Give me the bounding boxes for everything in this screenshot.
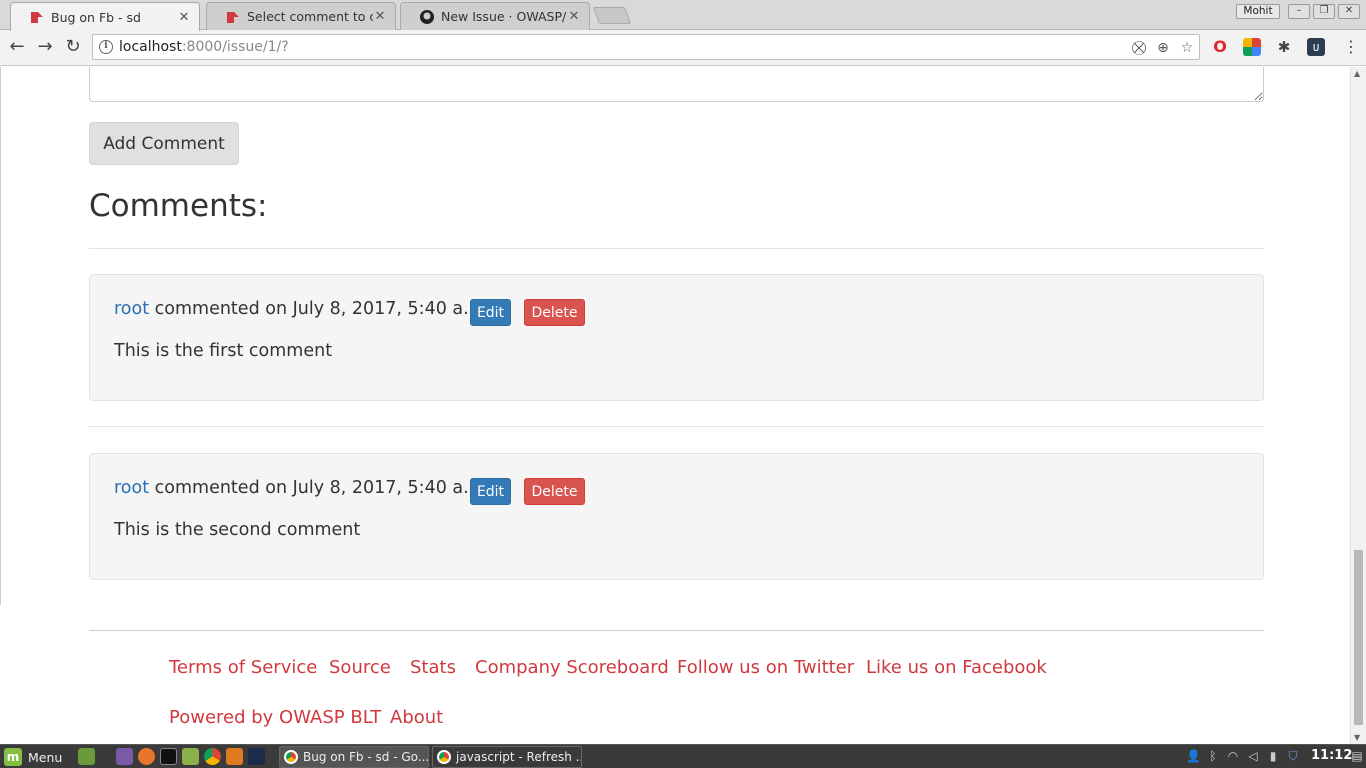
add-comment-button[interactable]: Add Comment bbox=[89, 122, 239, 165]
delete-comment-button[interactable]: Delete bbox=[524, 478, 585, 505]
tab-title: Bug on Fb - sd bbox=[51, 9, 141, 25]
tab-new-issue[interactable]: New Issue · OWASP/BLT ✕ bbox=[400, 2, 590, 30]
github-icon bbox=[420, 9, 434, 24]
app-launcher-icon[interactable] bbox=[116, 748, 133, 765]
divider bbox=[0, 67, 1, 605]
opera-icon[interactable]: O bbox=[1211, 38, 1229, 56]
page-scrollbar[interactable]: ▲ ▼ bbox=[1350, 67, 1366, 744]
comment-body: This is the second comment bbox=[114, 520, 361, 540]
tab-title: New Issue · OWASP/BLT bbox=[441, 9, 567, 24]
comment-textarea[interactable] bbox=[89, 67, 1264, 102]
bookmark-star-icon[interactable]: ☆ bbox=[1179, 40, 1195, 56]
info-icon[interactable]: i bbox=[99, 40, 113, 54]
address-bar[interactable]: i localhost:8000/issue/1/? ⛒ ⊕ ☆ bbox=[92, 34, 1200, 60]
scroll-up-icon[interactable]: ▲ bbox=[1354, 69, 1360, 78]
footer-link-twitter[interactable]: Follow us on Twitter bbox=[677, 657, 854, 678]
ide-icon[interactable] bbox=[248, 748, 265, 765]
footer-link-terms[interactable]: Terms of Service bbox=[169, 657, 317, 678]
taskbar-window-title: Bug on Fb - sd - Go... bbox=[303, 750, 429, 764]
comment-date: commented on July 8, 2017, 5:40 a.m. bbox=[149, 299, 492, 319]
notification-icon[interactable]: ▤ bbox=[1350, 749, 1364, 763]
edit-comment-button[interactable]: Edit bbox=[470, 478, 511, 505]
extension-color-icon[interactable] bbox=[1243, 38, 1261, 56]
terminal-icon[interactable] bbox=[160, 748, 177, 765]
mint-logo-icon: m bbox=[4, 748, 22, 766]
scroll-down-icon[interactable]: ▼ bbox=[1354, 733, 1360, 742]
start-menu-button[interactable]: m Menu bbox=[4, 747, 62, 767]
taskbar-window-javascript[interactable]: javascript - Refresh ... bbox=[432, 746, 582, 768]
bug-extension-icon[interactable]: ✱ bbox=[1275, 38, 1293, 56]
battery-icon[interactable]: ▮ bbox=[1266, 749, 1280, 763]
wifi-icon[interactable]: ◠ bbox=[1226, 749, 1240, 763]
browser-toolbar: ← → ↻ i localhost:8000/issue/1/? ⛒ ⊕ ☆ O… bbox=[0, 30, 1366, 66]
delete-comment-button[interactable]: Delete bbox=[524, 299, 585, 326]
files-folder-icon[interactable] bbox=[182, 748, 199, 765]
forward-arrow-icon[interactable]: → bbox=[34, 36, 56, 58]
tab-bug-on-fb[interactable]: Bug on Fb - sd ✕ bbox=[10, 2, 200, 31]
minimize-icon[interactable]: – bbox=[1288, 4, 1310, 19]
clock[interactable]: 11:12 bbox=[1311, 748, 1352, 763]
firefox-icon[interactable] bbox=[138, 748, 155, 765]
tab-select-comment[interactable]: Select comment to char ✕ bbox=[206, 2, 396, 30]
footer-link-company-scoreboard[interactable]: Company Scoreboard bbox=[475, 657, 669, 678]
profile-button[interactable]: Mohit bbox=[1236, 4, 1280, 19]
comment-author-link[interactable]: root bbox=[114, 478, 149, 498]
volume-icon[interactable]: ◁ bbox=[1246, 749, 1260, 763]
close-tab-icon[interactable]: ✕ bbox=[373, 9, 387, 24]
chrome-icon bbox=[284, 750, 298, 764]
chrome-icon bbox=[437, 750, 451, 764]
divider bbox=[89, 248, 1264, 249]
comment-meta: root commented on July 8, 2017, 5:40 a.m… bbox=[114, 478, 491, 498]
shield-icon[interactable]: ⛉ bbox=[1286, 749, 1300, 763]
url-text: localhost:8000/issue/1/? bbox=[119, 39, 289, 55]
comment-body: This is the first comment bbox=[114, 341, 333, 361]
edit-comment-button[interactable]: Edit bbox=[470, 299, 511, 326]
close-tab-icon[interactable]: ✕ bbox=[177, 10, 191, 25]
footer-link-stats[interactable]: Stats bbox=[410, 657, 456, 678]
restore-icon[interactable]: ❐ bbox=[1313, 4, 1335, 19]
comment-date: commented on July 8, 2017, 5:40 a.m. bbox=[149, 478, 492, 498]
scrollbar-thumb[interactable] bbox=[1354, 550, 1363, 725]
bugheist-icon bbox=[227, 11, 239, 23]
show-desktop-icon[interactable] bbox=[78, 748, 95, 765]
chrome-icon[interactable] bbox=[204, 748, 221, 765]
page-content: Add Comment Comments: root commented on … bbox=[0, 67, 1350, 744]
menu-label: Menu bbox=[28, 749, 63, 765]
menu-dots-icon[interactable]: ⋮ bbox=[1340, 36, 1362, 58]
bluetooth-icon[interactable]: ᛒ bbox=[1206, 749, 1220, 763]
os-taskbar: m Menu Bug on Fb - sd - Go... javascript… bbox=[0, 744, 1366, 768]
taskbar-window-chrome[interactable]: Bug on Fb - sd - Go... bbox=[279, 746, 429, 768]
bugheist-icon bbox=[31, 12, 43, 23]
user-icon[interactable]: 👤 bbox=[1186, 749, 1201, 763]
comments-heading: Comments: bbox=[89, 188, 268, 224]
comment-card: root commented on July 8, 2017, 5:40 a.m… bbox=[89, 274, 1264, 401]
footer-link-powered-by[interactable]: Powered by OWASP BLT bbox=[169, 707, 381, 728]
footer-link-source[interactable]: Source bbox=[329, 657, 391, 678]
footer-link-about[interactable]: About bbox=[390, 707, 443, 728]
divider bbox=[89, 426, 1264, 427]
comment-card: root commented on July 8, 2017, 5:40 a.m… bbox=[89, 453, 1264, 580]
footer-link-facebook[interactable]: Like us on Facebook bbox=[866, 657, 1047, 678]
comment-author-link[interactable]: root bbox=[114, 299, 149, 319]
browser-tab-strip: Bug on Fb - sd ✕ Select comment to char … bbox=[0, 0, 1366, 31]
tab-title: Select comment to char bbox=[247, 9, 373, 24]
comment-meta: root commented on July 8, 2017, 5:40 a.m… bbox=[114, 299, 491, 319]
blocked-icon[interactable]: ⛒ bbox=[1131, 40, 1147, 56]
footer-divider bbox=[89, 630, 1264, 631]
extension-dark-icon[interactable]: ᴜ bbox=[1307, 38, 1325, 56]
new-tab-button[interactable] bbox=[592, 7, 632, 24]
zoom-icon[interactable]: ⊕ bbox=[1155, 40, 1171, 56]
close-tab-icon[interactable]: ✕ bbox=[567, 9, 581, 24]
sublime-icon[interactable] bbox=[226, 748, 243, 765]
taskbar-window-title: javascript - Refresh ... bbox=[456, 750, 582, 764]
back-arrow-icon[interactable]: ← bbox=[6, 36, 28, 58]
reload-icon[interactable]: ↻ bbox=[62, 36, 84, 58]
close-window-icon[interactable]: ✕ bbox=[1338, 4, 1360, 19]
